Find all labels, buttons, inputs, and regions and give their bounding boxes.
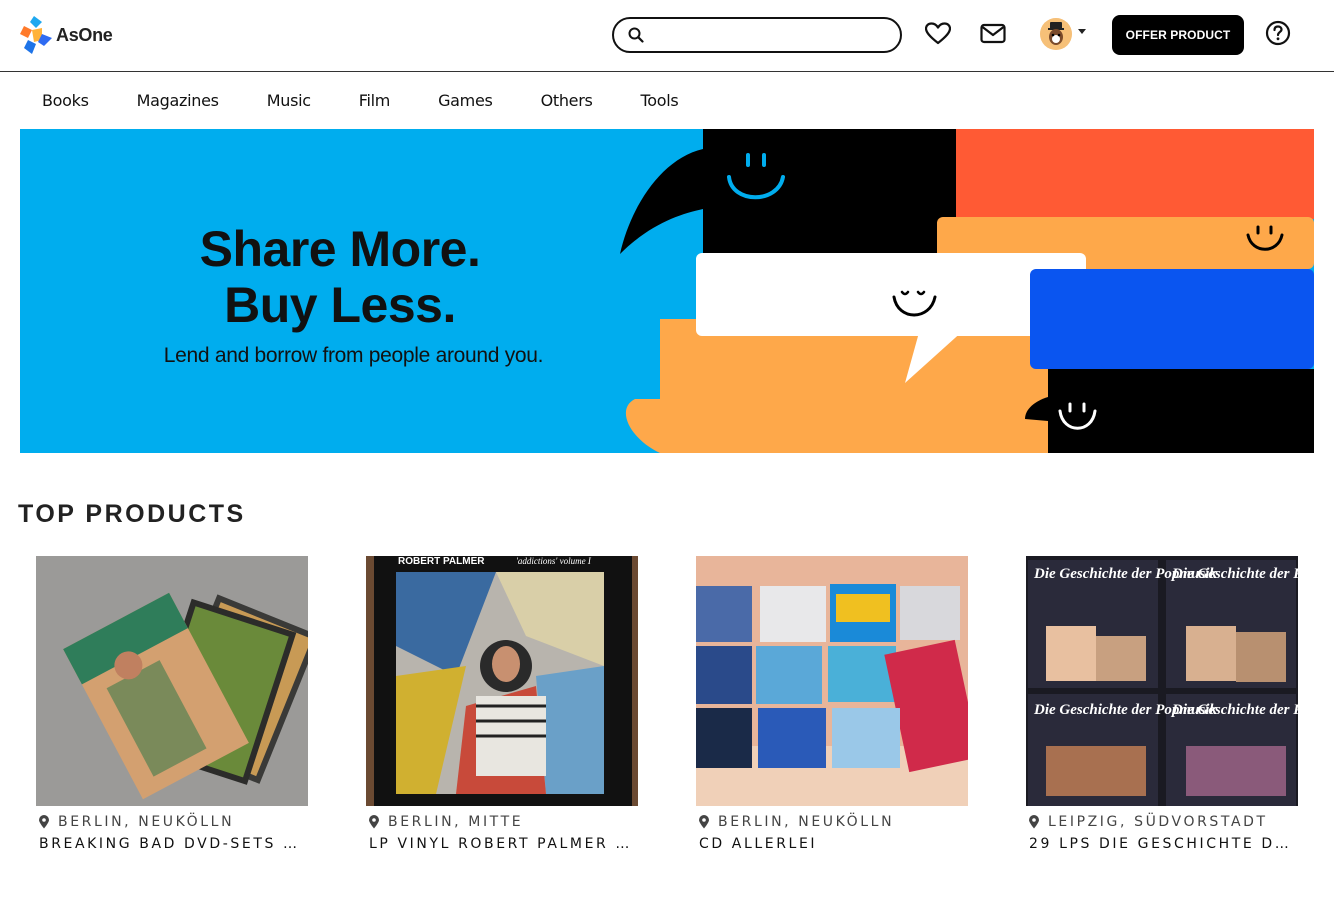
search-input[interactable] (652, 20, 888, 50)
location-pin-icon (699, 815, 709, 829)
product-name[interactable]: LP VINYL ROBERT PALMER "ADDICTIONS" (369, 836, 631, 852)
help-icon (1265, 20, 1291, 46)
search-icon (628, 27, 644, 43)
chevron-down-icon (1078, 28, 1086, 34)
logo-text: AsOne (56, 24, 113, 45)
banner-title: Share More. Buy Less. (20, 221, 660, 333)
category-nav: Books Magazines Music Film Games Others … (0, 72, 1334, 128)
help-button[interactable] (1264, 19, 1292, 47)
user-menu[interactable] (1040, 18, 1086, 50)
product-location-text: LEIPZIG, SÜDVORSTADT (1048, 814, 1268, 830)
product-image (696, 556, 968, 806)
product-image (36, 556, 308, 806)
favorites-button[interactable] (924, 20, 952, 48)
nav-item-games[interactable]: Games (438, 91, 493, 110)
product-name[interactable]: BREAKING BAD DVD-SETS STAFFEL 1-5 (39, 836, 301, 852)
product-grid: BERLIN, NEUKÖLLN BREAKING BAD DVD-SETS S… (36, 556, 1298, 856)
offer-product-button[interactable]: OFFER PRODUCT (1112, 15, 1244, 55)
nav-item-music[interactable]: Music (267, 91, 311, 110)
product-location-text: BERLIN, NEUKÖLLN (58, 814, 235, 830)
nav-item-others[interactable]: Others (541, 91, 593, 110)
location-pin-icon (39, 815, 49, 829)
product-card[interactable]: Die Geschichte der Popmusik Die Geschich… (1026, 556, 1298, 856)
product-name[interactable]: CD ALLERLEI (699, 836, 961, 852)
hero-banner[interactable]: Share More. Buy Less. Lend and borrow fr… (20, 129, 1314, 453)
banner-title-line1: Share More. (199, 221, 481, 277)
product-card[interactable]: BERLIN, NEUKÖLLN CD ALLERLEI (696, 556, 968, 856)
logo-icon (20, 16, 52, 54)
location-pin-icon (1029, 815, 1039, 829)
album-title-text: 'addictions' volume I (516, 556, 592, 566)
product-location: BERLIN, NEUKÖLLN (38, 814, 234, 830)
product-image: ROBERT PALMER 'addictions' volume I (366, 556, 638, 806)
nav-item-film[interactable]: Film (359, 91, 391, 110)
product-card[interactable]: BERLIN, NEUKÖLLN BREAKING BAD DVD-SETS S… (36, 556, 308, 856)
album-title-text: Die Geschichte der Popmusik (1171, 702, 1298, 718)
search-bar[interactable] (612, 17, 902, 53)
avatar (1040, 18, 1072, 50)
banner-title-line2: Buy Less. (224, 277, 456, 333)
messages-button[interactable] (979, 20, 1007, 48)
nav-item-tools[interactable]: Tools (641, 91, 679, 110)
product-image: Die Geschichte der Popmusik Die Geschich… (1026, 556, 1298, 806)
product-location-text: BERLIN, MITTE (388, 814, 524, 830)
nav-item-magazines[interactable]: Magazines (137, 91, 219, 110)
nav-item-books[interactable]: Books (42, 91, 89, 110)
mail-icon (980, 23, 1006, 44)
logo[interactable]: AsOne (20, 16, 113, 54)
product-location: BERLIN, MITTE (368, 814, 523, 830)
album-artist-text: ROBERT PALMER (398, 556, 485, 567)
banner-subtitle: Lend and borrow from people around you. (163, 344, 544, 367)
product-location: BERLIN, NEUKÖLLN (698, 814, 894, 830)
product-location: LEIPZIG, SÜDVORSTADT (1028, 814, 1268, 830)
product-name[interactable]: 29 LPS DIE GESCHICHTE DER POPMUSIK (1029, 836, 1291, 852)
product-location-text: BERLIN, NEUKÖLLN (718, 814, 895, 830)
product-card[interactable]: ROBERT PALMER 'addictions' volume I BERL… (366, 556, 638, 856)
location-pin-icon (369, 815, 379, 829)
album-title-text: Die Geschichte der Popmusik (1171, 566, 1298, 582)
top-header: AsOne OFFER PRODUCT (0, 0, 1334, 72)
heart-icon (925, 22, 951, 45)
section-title-top-products: TOP PRODUCTS (18, 500, 246, 528)
